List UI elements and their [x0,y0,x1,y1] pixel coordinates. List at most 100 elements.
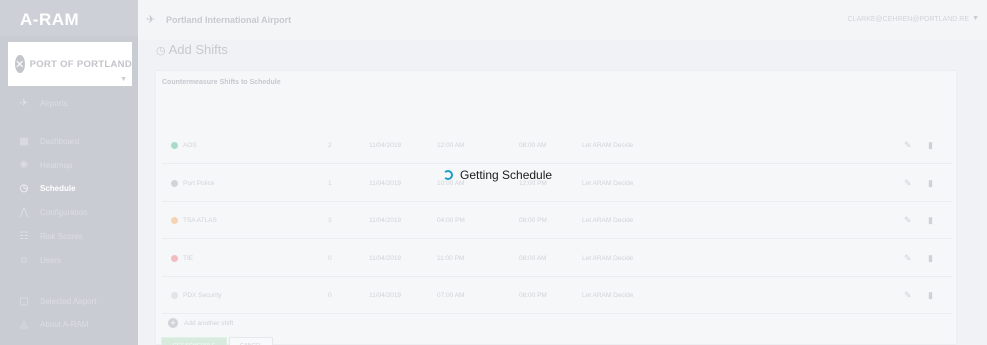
trash-icon[interactable]: ▮ [928,215,933,226]
shift-color-dot [171,255,178,262]
airport-icon: ▢ [19,295,29,307]
user-menu[interactable]: CLARKE@CEHREN@PORTLAND.RE [848,16,969,23]
sidebar-item-risk-scores[interactable]: ☷ Risk Scores [0,226,138,246]
shift-date: 11/04/2019 [369,142,402,149]
sidebar-item-label: Selected Airport [40,296,97,306]
sidebar-item-configuration[interactable]: ⋀ Configuration [0,202,138,222]
shift-name: TIE [183,255,194,262]
app-logo: A-RAM [0,0,138,36]
pencil-icon[interactable]: ✎ [904,215,912,226]
shift-end: 08:00 AM [519,142,547,149]
shift-assignment: Let ARAM Decide [582,180,634,187]
chevron-down-icon: ▼ [120,76,127,83]
trash-icon[interactable]: ▮ [928,178,933,189]
table-row: TSA ATLAS 3 11/04/2019 04:00 PM 08:00 PM… [162,202,952,239]
shift-color-dot [171,142,178,149]
top-header: ✈ Portland International Airport CLARKE@… [138,0,987,40]
sidebar-item-label: Users [40,255,61,265]
shift-assignment: Let ARAM Decide [582,217,634,224]
shift-name: PDX Security [183,292,222,299]
shift-end: 08:00 PM [519,217,547,224]
add-shift-button[interactable]: + Add another shift [168,318,233,328]
shift-assignment: Let ARAM Decide [582,142,634,149]
pencil-icon[interactable]: ✎ [904,253,912,264]
sidebar-item-label: Heatmap [40,160,73,170]
sidebar-item-label: Schedule [40,183,76,193]
sidebar-item-label: Airports [40,98,68,108]
plane-icon: ✈ [146,14,156,26]
shifts-card: Countermeasure Shifts to Schedule AOS 2 … [155,70,957,345]
sidebar-item-heatmap[interactable]: ❋ Heatmap [0,155,138,175]
table-row: TIE 0 11/04/2019 11:00 PM 08:00 AM Let A… [162,240,952,277]
loading-text: Getting Schedule [460,168,553,182]
shift-assignment: Let ARAM Decide [582,255,634,262]
shift-assignment: Let ARAM Decide [582,292,634,299]
sidebar-item-about[interactable]: ◬ About A-RAM [0,314,138,334]
cancel-button[interactable]: CANCEL [229,337,273,345]
pencil-icon[interactable]: ✎ [904,140,912,151]
shift-color-dot [171,292,178,299]
shift-date: 11/04/2019 [369,217,402,224]
table-row: AOS 2 11/04/2019 12:00 AM 08:00 AM Let A… [162,127,952,164]
trash-icon[interactable]: ▮ [928,290,933,301]
shift-start: 07:00 AM [437,292,465,299]
org-name: PORT OF PORTLAND [29,58,132,70]
sidebar-item-selected-airport[interactable]: ▢ Selected Airport [0,291,138,311]
shift-name: Port Police [183,180,215,187]
shift-count: 0 [328,292,332,299]
sidebar-item-label: Dashboard [40,136,80,146]
shift-end: 08:00 AM [519,255,547,262]
pencil-icon[interactable]: ✎ [904,290,912,301]
plane-icon: ✈ [19,97,29,109]
dashboard-icon: ▦ [19,135,29,147]
sidebar: A-RAM ✕ PORT OF PORTLAND ▼ ✈ Airports ▦ … [0,0,138,345]
spinner-icon [443,170,453,180]
shift-count: 3 [328,217,332,224]
shift-count: 1 [328,180,332,187]
shift-color-dot [171,180,178,187]
page-title-text: Add Shifts [168,42,228,57]
list-icon: ☷ [19,230,29,242]
table-row: Port Police 1 11/04/2019 10:00 AM 12:00 … [162,165,952,202]
shift-start: 11:00 PM [437,255,465,262]
shift-date: 11/04/2019 [369,180,402,187]
get-schedule-button[interactable]: GET SCHEDULE [161,337,227,345]
sidebar-item-dashboard[interactable]: ▦ Dashboard [0,131,138,151]
plus-icon: + [168,318,178,328]
trash-icon[interactable]: ▮ [928,253,933,264]
sidebar-item-label: Risk Scores [40,231,83,241]
loading-indicator: Getting Schedule [443,168,552,182]
shift-date: 11/04/2019 [369,292,402,299]
page-title: ◷ Add Shifts [156,42,228,57]
shift-color-dot [171,217,178,224]
sidebar-item-airports[interactable]: ✈ Airports [0,93,138,113]
clock-icon: ◷ [156,45,166,57]
add-shift-label: Add another shift [184,319,234,327]
shift-date: 11/04/2019 [369,255,402,262]
info-icon: ◬ [20,318,28,330]
heatmap-icon: ❋ [19,159,29,171]
clock-icon: ◷ [19,182,29,194]
org-selector[interactable]: ✕ PORT OF PORTLAND ▼ [8,42,132,86]
airport-title: Portland International Airport [166,15,292,25]
sidebar-item-label: About A-RAM [40,319,89,329]
shift-count: 0 [328,255,332,262]
card-title: Countermeasure Shifts to Schedule [162,79,281,86]
port-logo-icon: ✕ [15,55,25,73]
caret-down-icon[interactable]: ▼ [972,15,979,22]
shift-name: TSA ATLAS [183,217,217,224]
shift-count: 2 [328,142,332,149]
main-content: ◷ Add Shifts Countermeasure Shifts to Sch… [138,40,987,345]
shift-start: 04:00 PM [437,217,465,224]
users-icon: ☺ [18,254,30,266]
trash-icon[interactable]: ▮ [928,140,933,151]
pencil-icon[interactable]: ✎ [904,178,912,189]
sidebar-item-schedule[interactable]: ◷ Schedule [0,178,138,198]
sidebar-item-label: Configuration [40,207,88,217]
table-row: PDX Security 0 11/04/2019 07:00 AM 08:00… [162,277,952,314]
sidebar-item-users[interactable]: ☺ Users [0,250,138,270]
shift-end: 08:00 PM [519,292,547,299]
shift-start: 12:00 AM [437,142,465,149]
configuration-icon: ⋀ [19,206,29,218]
shift-name: AOS [183,142,197,149]
